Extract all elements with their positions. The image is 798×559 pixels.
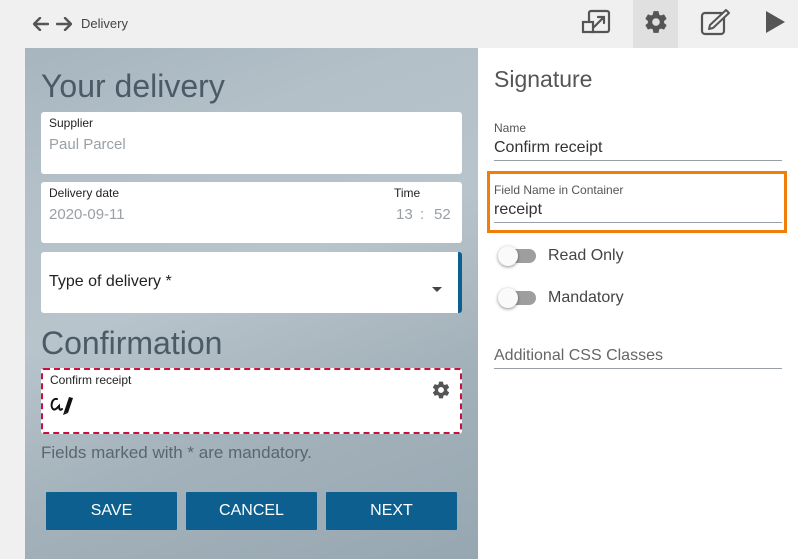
edit-button[interactable] — [693, 0, 737, 48]
panel-title: Signature — [494, 66, 593, 92]
left-margin — [0, 48, 25, 559]
confirmation-title: Confirmation — [41, 325, 223, 361]
toggle-knob — [498, 288, 518, 308]
supplier-label: Supplier — [49, 116, 94, 130]
field-name-value[interactable]: receipt — [494, 201, 782, 222]
name-value[interactable]: Confirm receipt — [494, 139, 782, 160]
mandatory-label: Mandatory — [548, 289, 624, 306]
type-of-delivery-label: Type of delivery * — [49, 273, 172, 290]
delivery-date-card: Delivery date 2020-09-11 Time 13 : 52 — [41, 182, 462, 243]
arrow-right-icon[interactable] — [55, 14, 73, 34]
field-name-label: Field Name in Container — [494, 183, 624, 197]
delivery-date-value[interactable]: 2020-09-11 — [49, 206, 125, 223]
signature-icon — [49, 394, 75, 421]
type-of-delivery-select[interactable]: Type of delivery * — [41, 252, 462, 313]
supplier-field[interactable]: Supplier Paul Parcel — [41, 112, 462, 174]
mandatory-toggle[interactable]: Mandatory — [498, 288, 624, 308]
gear-icon[interactable] — [431, 380, 451, 405]
save-button[interactable]: SAVE — [46, 492, 177, 530]
resize-button[interactable] — [574, 0, 618, 48]
confirm-receipt-label: Confirm receipt — [50, 373, 132, 387]
toggle-switch[interactable] — [498, 288, 536, 308]
confirm-receipt-signature[interactable]: Confirm receipt — [41, 368, 462, 434]
toggle-switch[interactable] — [498, 246, 536, 266]
time-minute[interactable]: 52 — [434, 206, 451, 223]
field-name-input[interactable]: Field Name in Container receipt — [494, 183, 782, 223]
settings-button[interactable] — [633, 0, 678, 48]
resize-icon — [580, 8, 612, 41]
read-only-label: Read Only — [548, 247, 624, 264]
chevron-down-icon — [431, 280, 443, 298]
css-classes-placeholder: Additional CSS Classes — [494, 347, 663, 364]
time-hour[interactable]: 13 — [396, 206, 413, 223]
toggle-knob — [498, 246, 518, 266]
properties-panel: Signature Name Confirm receipt Field Nam… — [478, 48, 798, 559]
edit-icon — [699, 8, 731, 41]
time-separator: : — [420, 206, 425, 223]
form-title: Your delivery — [41, 68, 225, 104]
mandatory-note: Fields marked with * are mandatory. — [41, 443, 312, 462]
name-field[interactable]: Name Confirm receipt — [494, 121, 782, 161]
next-button[interactable]: NEXT — [326, 492, 457, 530]
cancel-button[interactable]: CANCEL — [186, 492, 317, 530]
play-icon — [762, 9, 788, 40]
gear-icon — [643, 9, 669, 40]
play-button[interactable] — [753, 0, 797, 48]
read-only-toggle[interactable]: Read Only — [498, 246, 624, 266]
breadcrumb: Delivery — [81, 16, 128, 31]
time-label: Time — [394, 186, 421, 200]
top-toolbar: Delivery — [0, 0, 798, 48]
arrow-left-icon[interactable] — [32, 14, 50, 34]
form-preview: Your delivery Supplier Paul Parcel Deliv… — [25, 48, 478, 559]
name-label: Name — [494, 121, 527, 135]
supplier-value: Paul Parcel — [49, 136, 126, 153]
delivery-date-label: Delivery date — [49, 186, 120, 200]
css-classes-input[interactable]: Additional CSS Classes — [494, 347, 782, 369]
